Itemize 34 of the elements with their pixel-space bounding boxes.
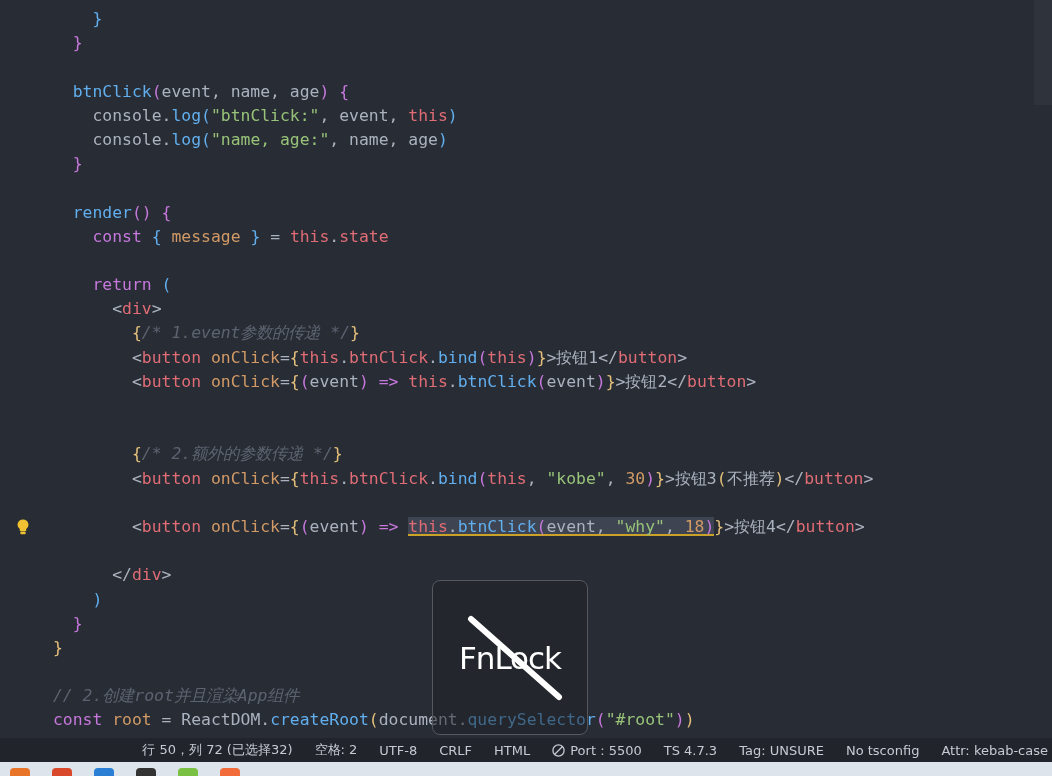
code-line: <div> bbox=[111, 298, 162, 321]
code-line: {/* 2.额外的参数传递 */} bbox=[130, 443, 343, 466]
lightbulb-icon[interactable] bbox=[17, 519, 29, 536]
status-item[interactable]: CRLF bbox=[439, 742, 473, 758]
code-line: } bbox=[91, 8, 103, 30]
status-item[interactable]: 行 50，列 72 (已选择32) bbox=[142, 741, 293, 759]
code-line: } bbox=[53, 636, 63, 659]
code-line: const { message } = this.state bbox=[91, 225, 389, 248]
status-item[interactable]: HTML bbox=[494, 742, 531, 758]
code-line: btnClick(event, name, age) { bbox=[71, 80, 350, 103]
port-status[interactable]: Port : 5500 bbox=[552, 742, 642, 758]
status-item[interactable]: UTF-8 bbox=[379, 742, 418, 758]
code-line: {/* 1.event参数的传递 */} bbox=[130, 322, 360, 345]
prohibited-icon bbox=[552, 743, 566, 757]
code-line: console.log("btnClick:", event, this) bbox=[91, 104, 458, 127]
code-line: // 2.创建root并且渲染App组件 bbox=[53, 685, 300, 708]
status-item[interactable]: No tsconfig bbox=[845, 742, 920, 758]
code-line: </div> bbox=[111, 564, 172, 587]
code-line: <button onClick={(event) => this.btnClick(event)}>按钮2</button> bbox=[130, 370, 757, 393]
code-line: return ( bbox=[91, 274, 172, 297]
code-line: console.log("name, age:", name, age) bbox=[91, 128, 448, 151]
code-line: <button onClick={this.btnClick.bind(this, "kobe", 30)}>按钮3(不推荐)</button> bbox=[130, 467, 874, 490]
code-line: } bbox=[71, 612, 83, 635]
code-line: render() { bbox=[71, 201, 172, 224]
code-line: } bbox=[71, 153, 83, 176]
code-line: <button onClick={this.btnClick.bind(this)}>按钮1</button> bbox=[130, 346, 688, 369]
code-line: const root = ReactDOM.createRoot(document.querySelector("#root")) bbox=[53, 709, 695, 732]
status-item[interactable]: 空格: 2 bbox=[314, 741, 358, 759]
status-item[interactable]: TS 4.7.3 bbox=[663, 742, 718, 758]
code-line: } bbox=[71, 32, 83, 55]
status-item[interactable]: Tag: UNSURE bbox=[739, 742, 824, 758]
code-line: <button onClick={(event) => this.btnClick(event, "why", 18)}>按钮4</button> bbox=[130, 515, 865, 538]
code-line: ) bbox=[91, 588, 103, 611]
status-item[interactable]: Attr: kebab-case bbox=[941, 742, 1048, 758]
